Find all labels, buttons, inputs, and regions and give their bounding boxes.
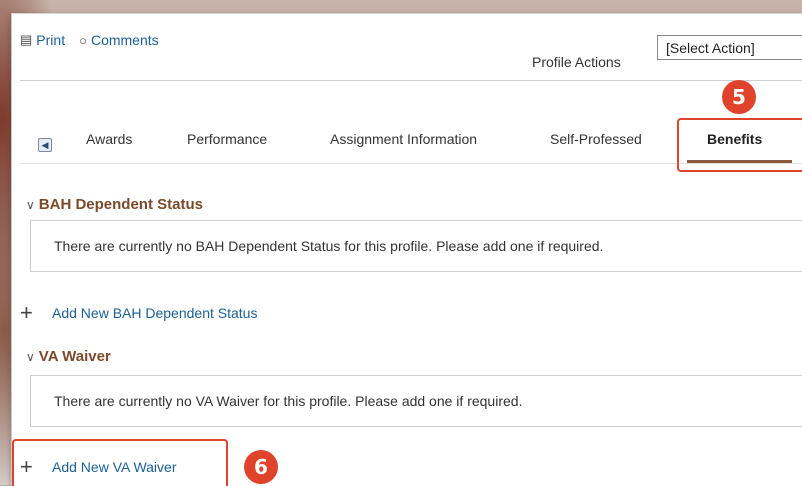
add-bah-row[interactable]: + Add New BAH Dependent Status bbox=[20, 300, 257, 325]
va-empty-message: There are currently no VA Waiver for thi… bbox=[54, 393, 523, 409]
plus-icon: + bbox=[20, 300, 33, 325]
tab-awards[interactable]: Awards bbox=[86, 131, 132, 147]
add-bah-link[interactable]: Add New BAH Dependent Status bbox=[52, 305, 257, 321]
comments-link[interactable]: ○ Comments bbox=[79, 32, 159, 48]
tab-assignment-information[interactable]: Assignment Information bbox=[330, 131, 477, 147]
tab-performance[interactable]: Performance bbox=[187, 131, 267, 147]
printer-icon: ▤ bbox=[20, 32, 33, 47]
divider bbox=[20, 80, 802, 81]
section-va-title[interactable]: ∨ VA Waiver bbox=[26, 348, 111, 365]
chevron-down-icon: ∨ bbox=[26, 198, 35, 212]
section-bah-title[interactable]: ∨ BAH Dependent Status bbox=[26, 196, 203, 213]
print-label: Print bbox=[36, 32, 66, 48]
bah-message-box: There are currently no BAH Dependent Sta… bbox=[30, 220, 802, 272]
bah-empty-message: There are currently no BAH Dependent Sta… bbox=[54, 238, 604, 254]
va-message-box: There are currently no VA Waiver for thi… bbox=[30, 375, 802, 427]
print-link[interactable]: ▤ Print bbox=[20, 32, 65, 48]
profile-panel: ▤ Print ○ Comments Profile Actions [Sele… bbox=[11, 13, 802, 486]
section-bah-title-text: BAH Dependent Status bbox=[38, 196, 203, 213]
toolbar: ▤ Print ○ Comments bbox=[20, 32, 159, 48]
callout-box-benefits bbox=[677, 118, 802, 172]
step-badge-6: 6 bbox=[244, 450, 278, 484]
section-va-title-text: VA Waiver bbox=[38, 348, 111, 365]
scroll-left-icon[interactable]: ◀ bbox=[38, 138, 52, 152]
profile-actions-select[interactable]: [Select Action] bbox=[657, 35, 802, 60]
chevron-down-icon: ∨ bbox=[26, 350, 35, 364]
step-badge-5: 5 bbox=[722, 80, 756, 114]
tab-self-professed[interactable]: Self-Professed bbox=[550, 131, 642, 147]
profile-actions-label: Profile Actions bbox=[532, 54, 621, 70]
comments-label: Comments bbox=[90, 32, 159, 48]
callout-box-add-va bbox=[12, 439, 228, 486]
speech-bubble-icon: ○ bbox=[79, 32, 87, 48]
